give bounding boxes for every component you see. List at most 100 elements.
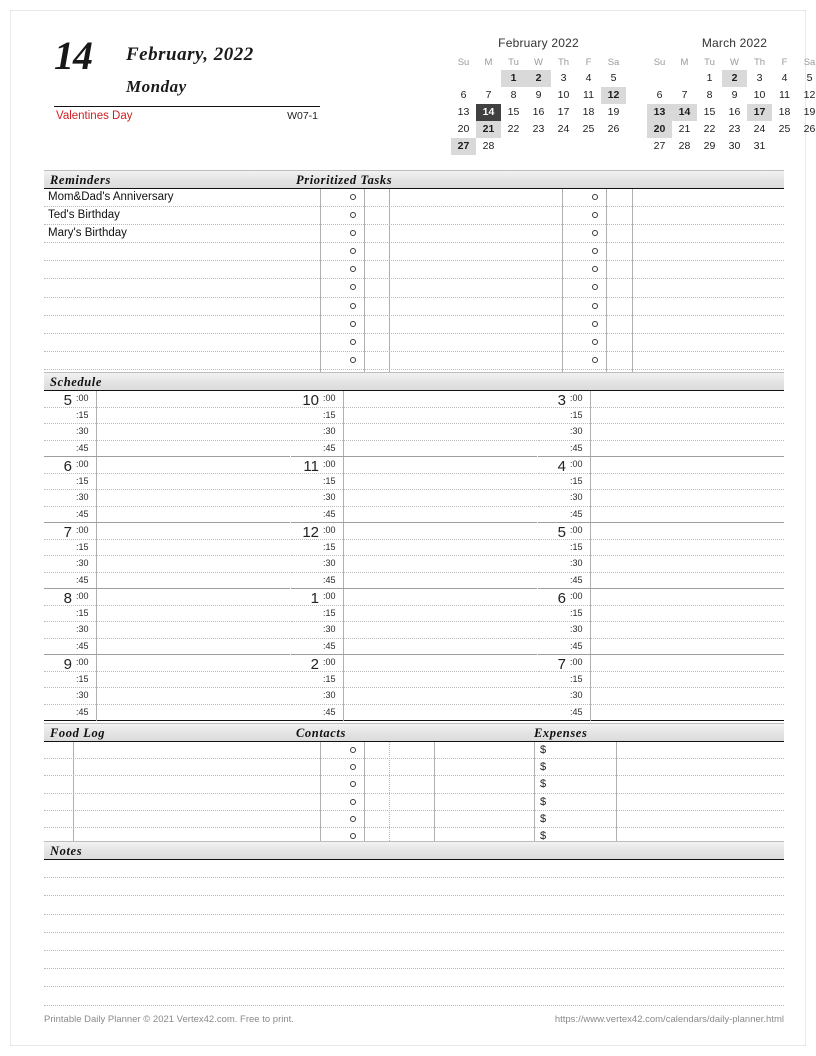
calendar-day-cell[interactable]: 6 [647, 87, 672, 104]
schedule-quarter-row[interactable]: :00 [291, 523, 537, 540]
schedule-quarter-row[interactable]: :30 [538, 490, 784, 507]
reminder-task-row[interactable] [44, 316, 784, 334]
foodlog-contact-expense-row[interactable]: $ [44, 776, 784, 794]
task-checkbox-circle-icon[interactable] [592, 320, 598, 327]
task-checkbox-circle-icon[interactable] [592, 194, 598, 200]
calendar-day-cell[interactable]: 20 [647, 121, 672, 138]
schedule-quarter-row[interactable]: :00 [44, 523, 290, 540]
calendar-day-cell[interactable]: 2 [722, 70, 747, 87]
mini-calendar-grid[interactable]: Su M Tu W Th F Sa 1 2 3 4 5 6 7 8 9 10 11 12 13 14 15 16 17 18 19… [647, 55, 816, 155]
schedule-quarter-row[interactable]: :45 [291, 573, 537, 590]
schedule-hour-block[interactable]: 9:00:15:30:45 [44, 655, 290, 721]
task-checkbox-circle-icon[interactable] [350, 230, 356, 237]
task-checkbox-circle-icon[interactable] [592, 266, 598, 273]
notes-row[interactable] [44, 896, 784, 915]
calendar-day-cell[interactable]: 19 [797, 104, 816, 121]
schedule-quarter-row[interactable]: :00 [291, 589, 537, 606]
reminder-task-row[interactable] [44, 334, 784, 352]
schedule-quarter-row[interactable]: :00 [291, 457, 537, 474]
calendar-day-cell[interactable]: 1 [697, 70, 722, 87]
schedule-hour-block[interactable]: 5:00:15:30:45 [538, 523, 784, 589]
task-checkbox-circle-icon[interactable] [350, 320, 356, 327]
schedule-hour-block[interactable]: 3:00:15:30:45 [538, 391, 784, 457]
schedule-quarter-row[interactable]: :15 [44, 540, 290, 556]
foodlog-contact-expense-row[interactable]: $ [44, 742, 784, 760]
task-checkbox-circle-icon[interactable] [592, 338, 598, 345]
schedule-quarter-row[interactable]: :30 [291, 424, 537, 441]
schedule-quarter-row[interactable]: :15 [538, 672, 784, 688]
calendar-day-cell[interactable]: 16 [526, 104, 551, 121]
calendar-day-cell[interactable]: 21 [476, 121, 501, 138]
reminder-task-row[interactable]: Mom&Dad's Anniversary [44, 189, 784, 208]
schedule-quarter-row[interactable]: :15 [538, 540, 784, 556]
calendar-day-cell[interactable]: 11 [576, 87, 601, 104]
calendar-day-cell[interactable]: 10 [747, 87, 772, 104]
calendar-day-cell[interactable]: 17 [747, 104, 772, 121]
notes-row[interactable] [44, 951, 784, 970]
calendar-day-cell[interactable]: 27 [647, 138, 672, 155]
footer-url[interactable]: https://www.vertex42.com/calendars/daily… [555, 1014, 784, 1025]
schedule-quarter-row[interactable]: :30 [291, 622, 537, 639]
schedule-quarter-row[interactable]: :15 [44, 408, 290, 424]
schedule-hour-block[interactable]: 12:00:15:30:45 [291, 523, 537, 589]
calendar-day-cell[interactable]: 20 [451, 121, 476, 138]
schedule-hour-block[interactable]: 7:00:15:30:45 [538, 655, 784, 721]
schedule-quarter-row[interactable]: :00 [538, 523, 784, 540]
calendar-day-cell[interactable]: 25 [576, 121, 601, 138]
schedule-quarter-row[interactable]: :15 [538, 474, 784, 490]
calendar-day-cell[interactable]: 5 [601, 70, 626, 87]
schedule-hour-block[interactable]: 8:00:15:30:45 [44, 589, 290, 655]
schedule-quarter-row[interactable]: :45 [538, 705, 784, 722]
reminder-task-row[interactable] [44, 352, 784, 370]
schedule-quarter-row[interactable]: :30 [291, 688, 537, 705]
calendar-day-cell[interactable]: 3 [551, 70, 576, 87]
schedule-quarter-row[interactable]: :45 [44, 507, 290, 524]
schedule-quarter-row[interactable]: :45 [291, 507, 537, 524]
notes-row[interactable] [44, 878, 784, 897]
schedule-quarter-row[interactable]: :30 [44, 622, 290, 639]
schedule-quarter-row[interactable]: :00 [538, 457, 784, 474]
calendar-day-cell[interactable]: 9 [722, 87, 747, 104]
task-checkbox-circle-icon[interactable] [592, 230, 598, 237]
calendar-day-cell[interactable]: 12 [601, 87, 626, 104]
task-checkbox-circle-icon[interactable] [592, 212, 598, 219]
schedule-quarter-row[interactable]: :30 [44, 556, 290, 573]
calendar-day-cell[interactable]: 22 [501, 121, 526, 138]
calendar-day-cell[interactable]: 15 [697, 104, 722, 121]
calendar-day-cell[interactable]: 22 [697, 121, 722, 138]
schedule-quarter-row[interactable]: :30 [44, 688, 290, 705]
schedule-quarter-row[interactable]: :00 [44, 457, 290, 474]
schedule-quarter-row[interactable]: :00 [291, 391, 537, 408]
schedule-hour-block[interactable]: 4:00:15:30:45 [538, 457, 784, 523]
schedule-quarter-row[interactable]: :00 [44, 589, 290, 606]
schedule-quarter-row[interactable]: :15 [291, 672, 537, 688]
task-checkbox-circle-icon[interactable] [350, 266, 356, 273]
schedule-quarter-row[interactable]: :15 [291, 606, 537, 622]
foodlog-contact-expense-row[interactable]: $ [44, 811, 784, 828]
calendar-day-cell[interactable]: 8 [501, 87, 526, 104]
schedule-hour-block[interactable]: 5:00:15:30:45 [44, 391, 290, 457]
schedule-quarter-row[interactable]: :45 [538, 507, 784, 524]
contact-checkbox-circle-icon[interactable] [350, 798, 356, 805]
calendar-day-cell[interactable]: 31 [747, 138, 772, 155]
schedule-quarter-row[interactable]: :30 [44, 424, 290, 441]
schedule-quarter-row[interactable]: :45 [44, 441, 290, 458]
schedule-quarter-row[interactable]: :45 [291, 639, 537, 656]
task-checkbox-circle-icon[interactable] [350, 248, 356, 255]
contact-checkbox-circle-icon[interactable] [350, 764, 356, 771]
schedule-hour-block[interactable]: 6:00:15:30:45 [44, 457, 290, 523]
schedule-quarter-row[interactable]: :45 [44, 639, 290, 656]
calendar-day-cell[interactable]: 10 [551, 87, 576, 104]
schedule-quarter-row[interactable]: :45 [291, 441, 537, 458]
calendar-day-cell[interactable]: 21 [672, 121, 697, 138]
reminder-task-row[interactable] [44, 243, 784, 262]
notes-row[interactable] [44, 915, 784, 933]
calendar-day-cell[interactable]: 27 [451, 138, 476, 155]
reminder-task-row[interactable] [44, 261, 784, 280]
schedule-quarter-row[interactable]: :45 [538, 441, 784, 458]
schedule-quarter-row[interactable]: :00 [538, 655, 784, 672]
calendar-day-cell[interactable]: 28 [672, 138, 697, 155]
calendar-day-cell[interactable]: 18 [576, 104, 601, 121]
calendar-day-cell[interactable]: 8 [697, 87, 722, 104]
task-checkbox-circle-icon[interactable] [592, 356, 598, 363]
